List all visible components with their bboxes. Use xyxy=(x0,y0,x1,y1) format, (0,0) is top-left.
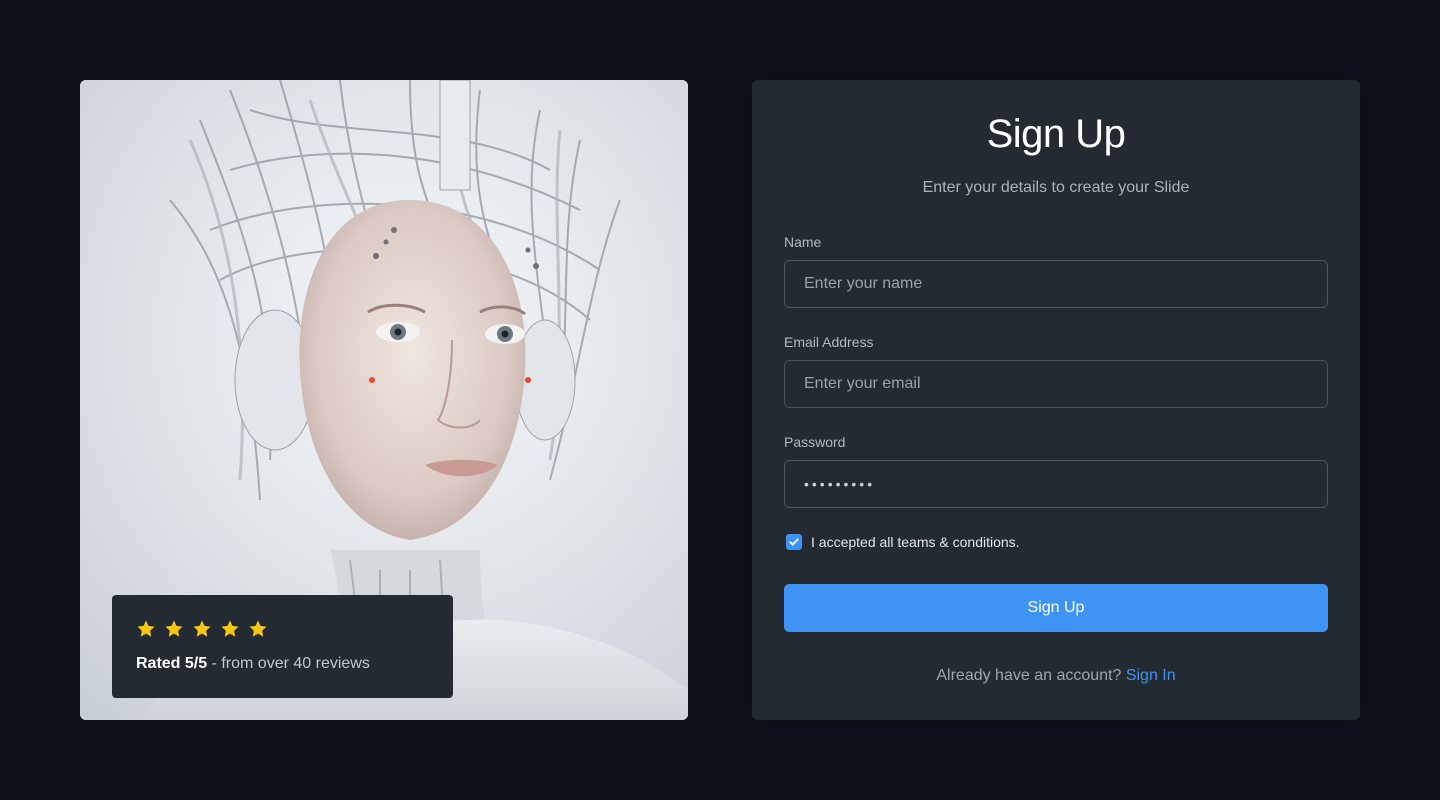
email-input[interactable] xyxy=(784,360,1328,408)
signup-form-card: Sign Up Enter your details to create you… xyxy=(752,80,1360,720)
star-icon xyxy=(220,619,240,639)
email-label: Email Address xyxy=(784,334,874,350)
star-icon xyxy=(248,619,268,639)
rating-summary: Rated 5/5 - from over 40 reviews xyxy=(136,655,429,673)
name-input[interactable] xyxy=(784,260,1328,308)
terms-checkbox[interactable] xyxy=(786,534,802,550)
star-icon xyxy=(192,619,212,639)
terms-row[interactable]: I accepted all teams & conditions. xyxy=(786,534,1020,550)
checkmark-icon xyxy=(789,538,799,546)
star-icon xyxy=(136,619,156,639)
star-rating xyxy=(136,619,429,641)
star-icon xyxy=(164,619,184,639)
hero-image-card: Rated 5/5 - from over 40 reviews xyxy=(80,80,688,720)
terms-label: I accepted all teams & conditions. xyxy=(811,534,1020,550)
page-title: Sign Up xyxy=(986,112,1126,156)
password-input[interactable] xyxy=(784,460,1328,508)
signup-button[interactable]: Sign Up xyxy=(784,584,1328,632)
name-label: Name xyxy=(784,234,822,250)
rating-reviews: - from over 40 reviews xyxy=(207,655,370,672)
signin-prompt: Already have an account? xyxy=(936,667,1122,684)
rating-score: Rated 5/5 xyxy=(136,655,208,672)
page-subtitle: Enter your details to create your Slide xyxy=(922,179,1190,196)
password-label: Password xyxy=(784,434,846,450)
rating-card: Rated 5/5 - from over 40 reviews xyxy=(112,595,453,698)
signin-prompt-row: Already have an account? Sign In xyxy=(752,667,1360,685)
signin-link[interactable]: Sign In xyxy=(1126,667,1176,684)
